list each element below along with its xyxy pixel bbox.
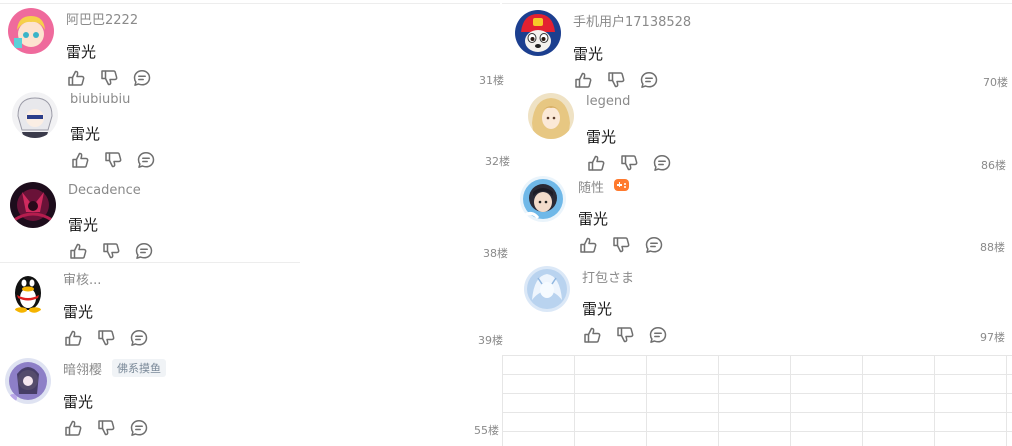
username[interactable]: legend	[586, 94, 630, 109]
comment-actions	[70, 150, 156, 170]
floor-number: 55楼	[474, 424, 499, 437]
comment-text: 雷光	[582, 300, 613, 318]
reply-bubble-icon[interactable]	[644, 235, 664, 255]
avatar[interactable]	[10, 182, 56, 228]
thumbs-up-icon[interactable]	[63, 418, 83, 438]
username[interactable]: biubiubiu	[70, 92, 130, 107]
avatar[interactable]	[528, 93, 574, 139]
avatar[interactable]	[515, 10, 561, 56]
username[interactable]: 暗翎樱	[63, 359, 102, 378]
divider	[0, 3, 500, 4]
username[interactable]: 打包さま	[582, 267, 634, 286]
thumbs-down-icon[interactable]	[611, 235, 631, 255]
comment-actions	[68, 241, 154, 261]
reply-bubble-icon[interactable]	[136, 150, 156, 170]
avatar[interactable]	[520, 176, 566, 222]
comment-text: 雷光	[573, 45, 604, 63]
floor-number: 86楼	[981, 159, 1006, 172]
floor-number: 97楼	[980, 331, 1005, 344]
floor-number: 39楼	[478, 334, 503, 347]
comment-text: 雷光	[63, 303, 94, 321]
comment-actions	[582, 325, 668, 345]
thumbs-up-icon[interactable]	[586, 153, 606, 173]
reply-bubble-icon[interactable]	[129, 418, 149, 438]
thumbs-down-icon[interactable]	[101, 241, 121, 261]
thumbs-down-icon[interactable]	[606, 70, 626, 90]
comment-actions	[586, 153, 672, 173]
avatar[interactable]	[524, 266, 570, 312]
reply-bubble-icon[interactable]	[132, 68, 152, 88]
thumbs-down-icon[interactable]	[615, 325, 635, 345]
thumbs-up-icon[interactable]	[578, 235, 598, 255]
thumbs-down-icon[interactable]	[96, 418, 116, 438]
user-title-tag: 佛系摸鱼	[112, 359, 166, 377]
username[interactable]: 随性	[578, 177, 604, 196]
spreadsheet-grid-background	[502, 355, 1012, 446]
comment-text: 雷光	[68, 216, 99, 234]
floor-number: 70楼	[983, 76, 1008, 89]
avatar[interactable]	[12, 92, 58, 138]
reply-bubble-icon[interactable]	[134, 241, 154, 261]
gamepad-icon	[614, 179, 629, 191]
thumbs-up-icon[interactable]	[582, 325, 602, 345]
comment-actions	[573, 70, 659, 90]
floor-number: 31楼	[479, 74, 504, 87]
thumbs-up-icon[interactable]	[68, 241, 88, 261]
comment-actions	[63, 418, 149, 438]
comment-text: 雷光	[63, 393, 94, 411]
divider	[502, 3, 1012, 4]
comment-text: 雷光	[578, 210, 609, 228]
username[interactable]: Decadence	[68, 183, 141, 198]
username[interactable]: 阿巴巴2222	[66, 9, 138, 28]
reply-bubble-icon[interactable]	[652, 153, 672, 173]
avatar[interactable]	[8, 8, 54, 54]
avatar[interactable]	[5, 358, 51, 404]
comment-actions	[578, 235, 664, 255]
thumbs-down-icon[interactable]	[96, 328, 116, 348]
comment-actions	[66, 68, 152, 88]
username[interactable]: 手机用户17138528	[573, 11, 691, 30]
comment-text: 雷光	[70, 125, 101, 143]
reply-bubble-icon[interactable]	[639, 70, 659, 90]
reply-bubble-icon[interactable]	[129, 328, 149, 348]
thumbs-up-icon[interactable]	[66, 68, 86, 88]
thumbs-down-icon[interactable]	[619, 153, 639, 173]
thumbs-up-icon[interactable]	[63, 328, 83, 348]
floor-number: 88楼	[980, 241, 1005, 254]
comment-text: 雷光	[586, 128, 617, 146]
divider	[0, 262, 300, 263]
thumbs-down-icon[interactable]	[99, 68, 119, 88]
comment-actions	[63, 328, 149, 348]
floor-number: 38楼	[483, 247, 508, 260]
avatar[interactable]	[5, 268, 51, 314]
thumbs-down-icon[interactable]	[103, 150, 123, 170]
thumbs-up-icon[interactable]	[70, 150, 90, 170]
thumbs-up-icon[interactable]	[573, 70, 593, 90]
comment-text: 雷光	[66, 43, 97, 61]
floor-number: 32楼	[485, 155, 510, 168]
reply-bubble-icon[interactable]	[648, 325, 668, 345]
username[interactable]: 审核...	[63, 269, 101, 288]
